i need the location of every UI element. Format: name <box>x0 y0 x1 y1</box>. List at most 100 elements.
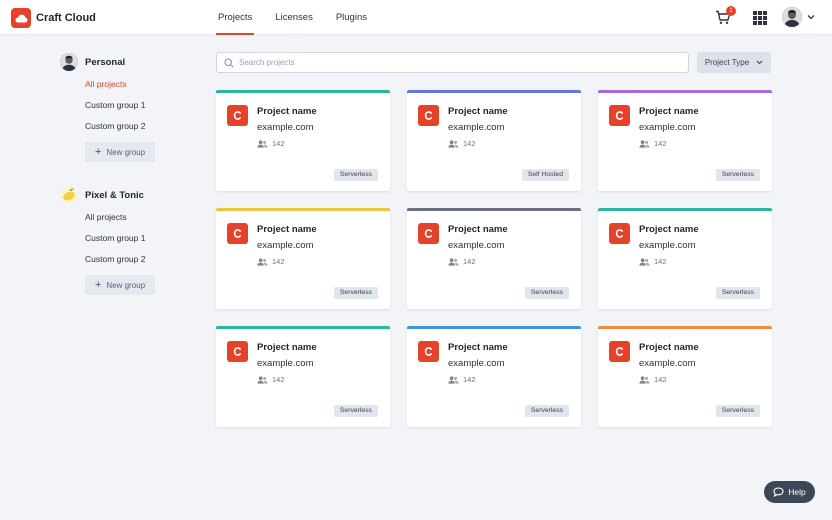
top-bar: Craft Cloud Projects Licenses Plugins 1 <box>0 0 832 35</box>
help-button[interactable]: Help <box>764 481 815 503</box>
project-card[interactable]: Project name example.com 142 Serverless <box>598 90 772 191</box>
cart-button[interactable]: 1 <box>715 6 736 26</box>
project-type-badge: Serverless <box>333 405 378 417</box>
craft-logo-icon <box>227 341 248 362</box>
sidebar-item-custom-group-1[interactable]: Custom group 1 <box>85 100 145 110</box>
lemon-logo-icon <box>60 186 78 204</box>
craft-logo-icon <box>227 105 248 126</box>
new-group-button[interactable]: + New group <box>85 142 155 162</box>
project-users: 142 <box>448 257 476 266</box>
user-count: 142 <box>463 375 476 384</box>
user-count: 142 <box>463 257 476 266</box>
plus-icon: + <box>94 279 102 291</box>
project-users: 142 <box>257 257 285 266</box>
filter-label: Project Type <box>704 58 750 67</box>
project-name: Project name <box>448 224 508 235</box>
sidebar-item-all-projects[interactable]: All projects <box>85 79 127 89</box>
project-type-filter[interactable]: Project Type <box>697 52 771 73</box>
project-users: 142 <box>257 139 285 148</box>
project-type-badge: Serverless <box>715 287 760 299</box>
user-count: 142 <box>463 139 476 148</box>
project-name: Project name <box>257 106 317 117</box>
brand[interactable]: Craft Cloud <box>11 8 96 28</box>
craft-logo-icon <box>609 341 630 362</box>
project-card[interactable]: Project name example.com 142 Serverless <box>598 326 772 427</box>
craft-logo-icon <box>418 223 439 244</box>
project-domain: example.com <box>257 240 314 251</box>
project-card[interactable]: Project name example.com 142 Serverless <box>216 326 390 427</box>
tab-plugins[interactable]: Plugins <box>334 0 369 35</box>
project-card[interactable]: Project name example.com 142 Serverless <box>216 90 390 191</box>
plus-icon: + <box>94 146 102 158</box>
project-users: 142 <box>448 375 476 384</box>
org-personal: Personal All projects Custom group 1 Cus… <box>60 52 155 162</box>
project-type-badge: Serverless <box>524 287 569 299</box>
project-type-badge: Serverless <box>333 287 378 299</box>
help-label: Help <box>788 487 806 497</box>
craft-logo-icon <box>227 223 248 244</box>
tab-projects[interactable]: Projects <box>216 0 255 35</box>
project-card[interactable]: Project name example.com 142 Serverless <box>407 326 581 427</box>
tab-licenses[interactable]: Licenses <box>273 0 315 35</box>
chat-bubble-icon <box>773 487 784 497</box>
project-name: Project name <box>448 106 508 117</box>
sidebar-item-custom-group-1[interactable]: Custom group 1 <box>85 233 145 243</box>
craft-logo-icon <box>418 105 439 126</box>
chevron-down-icon[interactable] <box>807 14 815 20</box>
users-icon <box>257 139 268 148</box>
search-input[interactable] <box>239 58 679 67</box>
craft-logo-icon <box>609 105 630 126</box>
project-card[interactable]: Project name example.com 142 Serverless <box>216 208 390 309</box>
new-group-label: New group <box>106 147 146 157</box>
new-group-button[interactable]: + New group <box>85 275 155 295</box>
search-box <box>216 52 689 73</box>
project-domain: example.com <box>639 358 696 369</box>
project-type-badge: Self Hosted <box>521 169 569 181</box>
users-icon <box>448 257 459 266</box>
user-count: 142 <box>272 375 285 384</box>
apps-grid-icon[interactable] <box>753 11 767 25</box>
project-users: 142 <box>448 139 476 148</box>
project-name: Project name <box>639 342 699 353</box>
users-icon <box>257 375 268 384</box>
project-card[interactable]: Project name example.com 142 Serverless <box>598 208 772 309</box>
user-count: 142 <box>272 139 285 148</box>
main-nav: Projects Licenses Plugins <box>216 0 388 35</box>
project-name: Project name <box>257 342 317 353</box>
sidebar-item-custom-group-2[interactable]: Custom group 2 <box>85 254 145 264</box>
user-count: 142 <box>654 139 667 148</box>
project-domain: example.com <box>448 240 505 251</box>
project-card[interactable]: Project name example.com 142 Serverless <box>407 208 581 309</box>
personal-avatar <box>60 53 78 71</box>
cart-count-badge: 1 <box>726 6 736 16</box>
craft-logo-icon <box>418 341 439 362</box>
craft-logo-icon <box>609 223 630 244</box>
project-type-badge: Serverless <box>524 405 569 417</box>
user-count: 142 <box>654 257 667 266</box>
new-group-label: New group <box>106 280 146 290</box>
project-name: Project name <box>639 106 699 117</box>
project-name: Project name <box>639 224 699 235</box>
users-icon <box>639 139 650 148</box>
project-card[interactable]: Project name example.com 142 Self Hosted <box>407 90 581 191</box>
search-icon <box>224 57 234 68</box>
user-avatar[interactable] <box>782 7 802 27</box>
sidebar-item-all-projects[interactable]: All projects <box>85 212 127 222</box>
project-type-badge: Serverless <box>715 169 760 181</box>
project-name: Project name <box>257 224 317 235</box>
project-users: 142 <box>639 257 667 266</box>
project-domain: example.com <box>257 358 314 369</box>
project-domain: example.com <box>639 240 696 251</box>
org-name: Personal <box>85 56 126 68</box>
users-icon <box>639 375 650 384</box>
project-domain: example.com <box>448 122 505 133</box>
users-icon <box>639 257 650 266</box>
project-domain: example.com <box>448 358 505 369</box>
org-header[interactable]: Personal <box>60 52 125 72</box>
users-icon <box>448 375 459 384</box>
chevron-down-icon <box>756 60 763 65</box>
project-users: 142 <box>257 375 285 384</box>
sidebar-item-custom-group-2[interactable]: Custom group 2 <box>85 121 145 131</box>
org-header[interactable]: Pixel & Tonic <box>60 185 144 205</box>
project-domain: example.com <box>639 122 696 133</box>
